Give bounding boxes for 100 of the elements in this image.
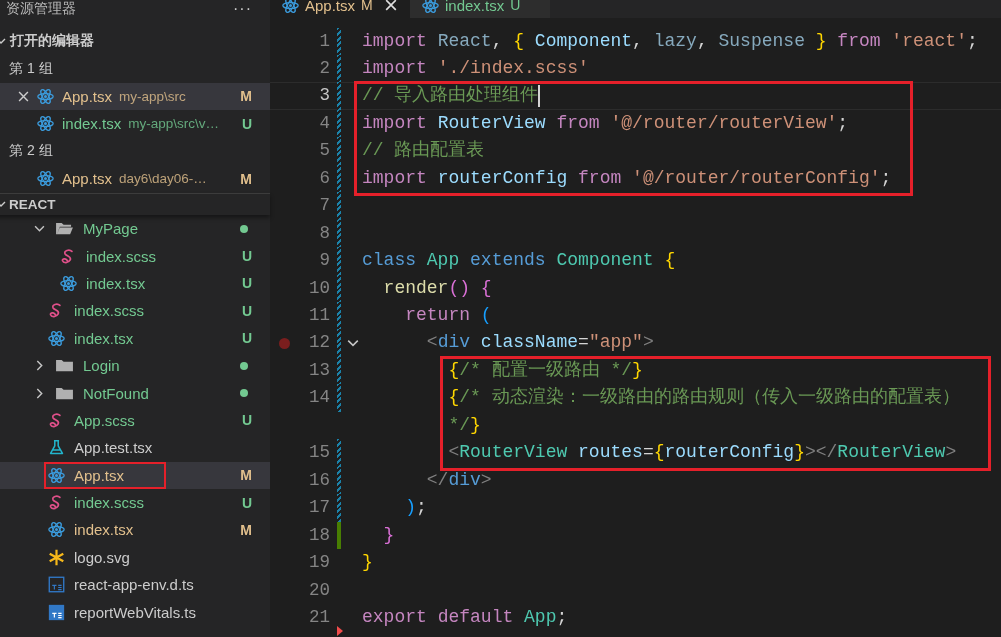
git-status: U <box>241 248 252 265</box>
code-line: render() { <box>382 276 493 300</box>
code-line: {/* 动态渲染：一级路由的路由规则（传入一级路由的配置表） */} <box>447 386 961 437</box>
code-line: </div> <box>425 468 493 492</box>
git-status: U <box>241 412 252 429</box>
file-name: index.scss <box>86 247 157 265</box>
tree-item[interactable]: NotFound <box>0 379 270 407</box>
tree-item[interactable]: Login <box>0 351 270 380</box>
open-editor-item[interactable]: App.tsx my-app\src M <box>0 82 270 110</box>
close-icon[interactable] <box>384 0 397 11</box>
file-name: App.test.tsx <box>74 439 153 457</box>
editor-tab[interactable]: index.tsx U <box>410 0 550 18</box>
line-number: 18 <box>308 523 330 547</box>
line-number: 3 <box>318 84 330 108</box>
line-number: 5 <box>318 139 330 163</box>
file-name: MyPage <box>83 220 139 238</box>
tree-item[interactable]: react-app-env.d.ts <box>0 571 270 599</box>
file-name: index.tsx <box>86 274 146 292</box>
status-dot <box>240 389 248 398</box>
file-name: index.scss <box>74 494 145 512</box>
line-number: 6 <box>318 166 330 190</box>
sidebar-title: 资源管理器 <box>6 1 76 17</box>
line-number: 15 <box>308 441 330 465</box>
file-type-icon <box>48 576 65 594</box>
editor-tab[interactable]: App.tsx M <box>270 0 410 18</box>
asterisk-icon <box>48 548 65 566</box>
line-number: 10 <box>308 276 330 300</box>
file-name: index.tsx <box>74 329 134 347</box>
git-status: M <box>240 522 252 538</box>
file-path: my-app\src\v… <box>128 116 219 132</box>
git-status: U <box>241 494 252 511</box>
atom-icon <box>282 0 299 14</box>
git-status: M <box>240 88 252 105</box>
atom-icon <box>60 274 77 292</box>
more-actions-button[interactable]: ··· <box>233 1 252 17</box>
git-status: U <box>241 275 252 292</box>
atom-icon <box>48 521 65 539</box>
code-line: } <box>362 551 374 575</box>
line-number: 13 <box>308 358 330 382</box>
tree-item[interactable]: index.scss U <box>0 488 270 517</box>
open-editor-item[interactable]: App.tsx day6\day06-… M <box>0 165 270 193</box>
code-line: ); <box>404 496 428 520</box>
line-number: 4 <box>318 111 330 135</box>
status-dot <box>240 361 248 370</box>
breakpoint-dot[interactable] <box>278 337 290 349</box>
open-editor-item[interactable]: index.tsx my-app\src\v… U <box>0 110 270 138</box>
line-number: 8 <box>318 221 330 245</box>
tree-item[interactable]: index.tsx U <box>0 269 270 298</box>
file-name: App.scss <box>74 411 135 429</box>
git-status: M <box>240 467 252 484</box>
group-title: 第 1 组 <box>9 59 53 78</box>
file-name: index.tsx <box>62 115 122 133</box>
tree-item[interactable]: App.test.tsx <box>0 434 270 462</box>
line-number: 16 <box>308 468 330 492</box>
code-line: return ( <box>404 304 493 327</box>
atom-icon <box>422 0 439 14</box>
file-name: App.tsx <box>62 87 113 105</box>
git-status: M <box>240 170 252 187</box>
tab-label: App.tsx <box>305 0 356 14</box>
line-number: 17 <box>308 496 330 520</box>
line-number: 1 <box>318 29 330 53</box>
tree-item[interactable]: MyPage <box>0 215 270 243</box>
git-status: U <box>510 0 521 13</box>
tree-item[interactable]: index.scss U <box>0 242 270 270</box>
atom-icon <box>37 170 54 188</box>
file-name: NotFound <box>83 384 149 402</box>
tab-label: index.tsx <box>445 0 505 14</box>
code-line: import React, { Component, lazy, Suspense } from 'react'; <box>362 29 979 53</box>
line-number: 12 <box>308 331 330 355</box>
atom-icon <box>37 115 54 133</box>
tree-item[interactable]: index.scss U <box>0 297 270 325</box>
section-header[interactable]: 打开的编辑器 <box>0 27 270 55</box>
file-path: day6\day06-… <box>119 171 207 187</box>
line-number: 2 <box>318 56 330 80</box>
git-status: U <box>241 115 252 132</box>
tree-item[interactable]: App.tsx M <box>0 461 270 489</box>
folder-icon <box>55 358 74 374</box>
code-line: <RouterView routes={routerConfig}></RouterView> <box>447 441 958 465</box>
code-line: class App extends Component { <box>362 249 677 273</box>
git-status: M <box>361 0 373 13</box>
code-line: import RouterView from '@/router/routerView'; <box>362 111 850 135</box>
file-type-icon <box>48 603 65 621</box>
git-status: U <box>241 330 252 347</box>
file-name: Login <box>83 357 120 375</box>
tree-item[interactable]: index.tsx M <box>0 516 270 544</box>
tree-item[interactable]: App.scss U <box>0 406 270 435</box>
git-status: U <box>241 302 252 319</box>
tree-item[interactable]: logo.svg <box>0 543 270 572</box>
code-line: // 导入路由处理组件 <box>362 83 542 109</box>
line-number: 14 <box>308 386 330 410</box>
code-line: import './index.scss' <box>362 56 590 80</box>
file-name: App.tsx <box>62 170 113 188</box>
tree-item[interactable]: reportWebVitals.ts <box>0 598 270 626</box>
section-header[interactable]: REACT <box>0 192 270 215</box>
atom-icon <box>48 466 65 484</box>
close-icon[interactable] <box>18 90 29 102</box>
file-name: App.tsx <box>74 466 125 484</box>
code-line: import routerConfig from '@/router/routerConfig'; <box>362 166 893 190</box>
file-path: my-app\src <box>119 88 186 104</box>
tree-item[interactable]: index.tsx U <box>0 324 270 352</box>
